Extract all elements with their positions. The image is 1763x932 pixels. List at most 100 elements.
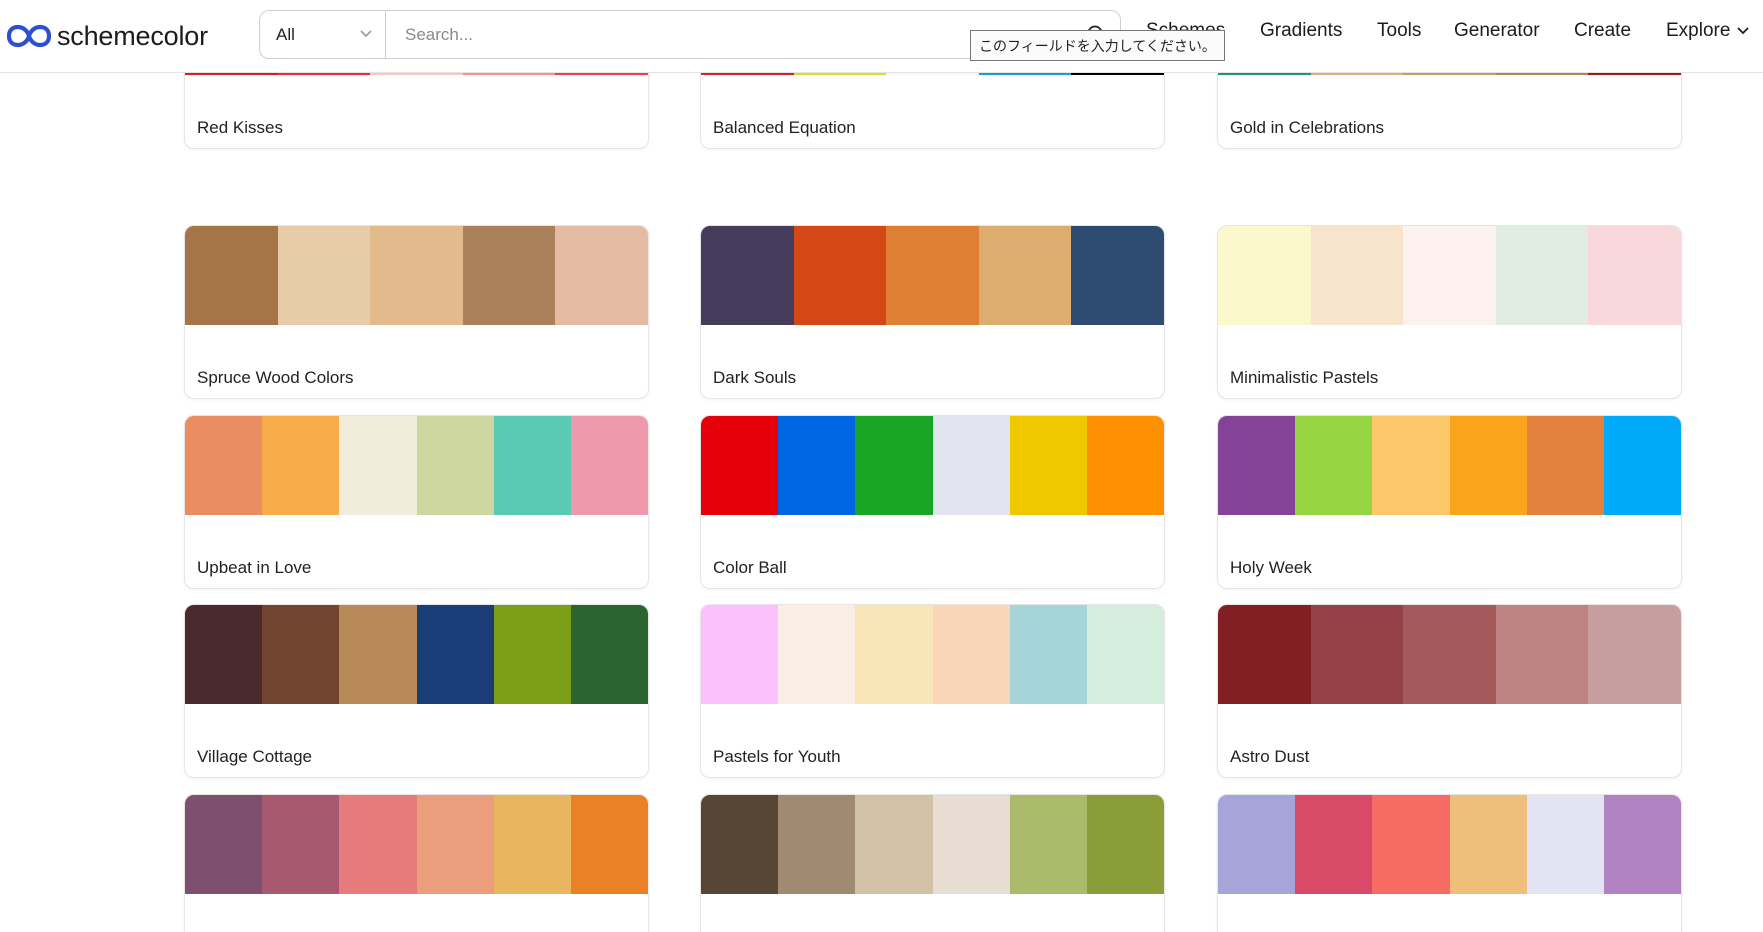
nav-explore-label: Explore — [1666, 20, 1731, 41]
color-swatch[interactable] — [570, 795, 648, 894]
nav-gradients[interactable]: Gradients — [1260, 20, 1342, 42]
color-swatch[interactable] — [1403, 226, 1496, 325]
palette-card[interactable]: Spruce Wood Colors — [184, 225, 649, 399]
color-swatch[interactable] — [1372, 416, 1450, 515]
color-swatch[interactable] — [1086, 795, 1164, 894]
color-swatch[interactable] — [339, 795, 417, 894]
palette-swatches — [1218, 416, 1681, 515]
color-swatch[interactable] — [1009, 605, 1087, 704]
color-swatch[interactable] — [778, 416, 856, 515]
chevron-down-icon — [360, 30, 372, 38]
color-swatch[interactable] — [493, 605, 571, 704]
color-swatch[interactable] — [932, 416, 1010, 515]
color-swatch[interactable] — [855, 605, 933, 704]
color-swatch[interactable] — [701, 605, 779, 704]
color-swatch[interactable] — [262, 416, 340, 515]
color-swatch[interactable] — [462, 226, 556, 325]
color-swatch[interactable] — [1218, 605, 1311, 704]
palette-card[interactable]: Village Cottage — [184, 604, 649, 778]
color-swatch[interactable] — [493, 416, 571, 515]
color-swatch[interactable] — [978, 226, 1072, 325]
color-swatch[interactable] — [1310, 605, 1404, 704]
color-swatch[interactable] — [1009, 795, 1087, 894]
color-swatch[interactable] — [1086, 416, 1164, 515]
palette-card[interactable]: Holy Week — [1217, 415, 1682, 589]
palette-card[interactable]: Astro Dust — [1217, 604, 1682, 778]
color-swatch[interactable] — [701, 416, 779, 515]
color-swatch[interactable] — [886, 226, 979, 325]
color-swatch[interactable] — [1603, 416, 1681, 515]
palette-name: Minimalistic Pastels — [1230, 368, 1379, 387]
logo[interactable]: schemecolor — [7, 18, 208, 54]
color-swatch[interactable] — [555, 226, 648, 325]
color-swatch[interactable] — [339, 416, 417, 515]
palette-name: Red Kisses — [197, 118, 283, 137]
color-swatch[interactable] — [416, 605, 494, 704]
color-swatch[interactable] — [1403, 605, 1496, 704]
color-swatch[interactable] — [1495, 605, 1589, 704]
color-swatch[interactable] — [185, 605, 263, 704]
color-swatch[interactable] — [185, 795, 263, 894]
palette-card[interactable]: Pastels for Youth — [700, 604, 1165, 778]
nav-generator[interactable]: Generator — [1454, 20, 1540, 42]
color-swatch[interactable] — [701, 795, 779, 894]
nav-explore[interactable]: Explore — [1666, 20, 1750, 42]
color-swatch[interactable] — [570, 416, 648, 515]
palette-name: Dark Souls — [713, 368, 797, 387]
color-swatch[interactable] — [493, 795, 571, 894]
palette-card[interactable]: Dusk to Dawn — [184, 794, 649, 932]
palette-card[interactable]: Fantasy Holiday — [1217, 794, 1682, 932]
palette-name: Holy Week — [1230, 558, 1312, 577]
color-swatch[interactable] — [262, 795, 340, 894]
color-swatch[interactable] — [701, 226, 794, 325]
category-select[interactable]: All — [260, 11, 386, 58]
color-swatch[interactable] — [1295, 795, 1373, 894]
palette-card[interactable]: Color Ball — [700, 415, 1165, 589]
color-swatch[interactable] — [339, 605, 417, 704]
color-swatch[interactable] — [1588, 605, 1681, 704]
color-swatch[interactable] — [1372, 795, 1450, 894]
color-swatch[interactable] — [932, 605, 1010, 704]
color-swatch[interactable] — [1218, 795, 1296, 894]
color-swatch[interactable] — [1218, 416, 1296, 515]
color-swatch[interactable] — [855, 416, 933, 515]
color-swatch[interactable] — [1495, 226, 1589, 325]
palette-card[interactable]: Zen Design — [700, 794, 1165, 932]
color-swatch[interactable] — [1449, 795, 1527, 894]
palette-card[interactable]: Dark Souls — [700, 225, 1165, 399]
color-swatch[interactable] — [793, 226, 887, 325]
palette-swatches — [185, 226, 648, 325]
color-swatch[interactable] — [416, 416, 494, 515]
color-swatch[interactable] — [570, 605, 648, 704]
color-swatch[interactable] — [1009, 416, 1087, 515]
color-swatch[interactable] — [1526, 416, 1604, 515]
palette-card[interactable]: Upbeat in Love — [184, 415, 649, 589]
color-swatch[interactable] — [1310, 226, 1404, 325]
color-swatch[interactable] — [416, 795, 494, 894]
palette-card[interactable]: Minimalistic Pastels — [1217, 225, 1682, 399]
color-swatch[interactable] — [185, 226, 278, 325]
color-swatch[interactable] — [1071, 226, 1164, 325]
color-swatch[interactable] — [778, 605, 856, 704]
color-swatch[interactable] — [1603, 795, 1681, 894]
palette-name: Upbeat in Love — [197, 558, 312, 577]
color-swatch[interactable] — [1588, 226, 1681, 325]
color-swatch[interactable] — [1526, 795, 1604, 894]
color-swatch[interactable] — [778, 795, 856, 894]
palette-swatches — [1218, 795, 1681, 894]
palette-name: Astro Dust — [1230, 747, 1310, 766]
color-swatch[interactable] — [1086, 605, 1164, 704]
color-swatch[interactable] — [1449, 416, 1527, 515]
color-swatch[interactable] — [1218, 226, 1311, 325]
color-swatch[interactable] — [932, 795, 1010, 894]
palette-swatches — [1218, 226, 1681, 325]
color-swatch[interactable] — [185, 416, 263, 515]
nav-create[interactable]: Create — [1574, 20, 1631, 42]
color-swatch[interactable] — [370, 226, 463, 325]
infinity-logo-icon — [7, 24, 51, 48]
color-swatch[interactable] — [277, 226, 371, 325]
color-swatch[interactable] — [262, 605, 340, 704]
color-swatch[interactable] — [1295, 416, 1373, 515]
color-swatch[interactable] — [855, 795, 933, 894]
nav-tools[interactable]: Tools — [1377, 20, 1421, 42]
